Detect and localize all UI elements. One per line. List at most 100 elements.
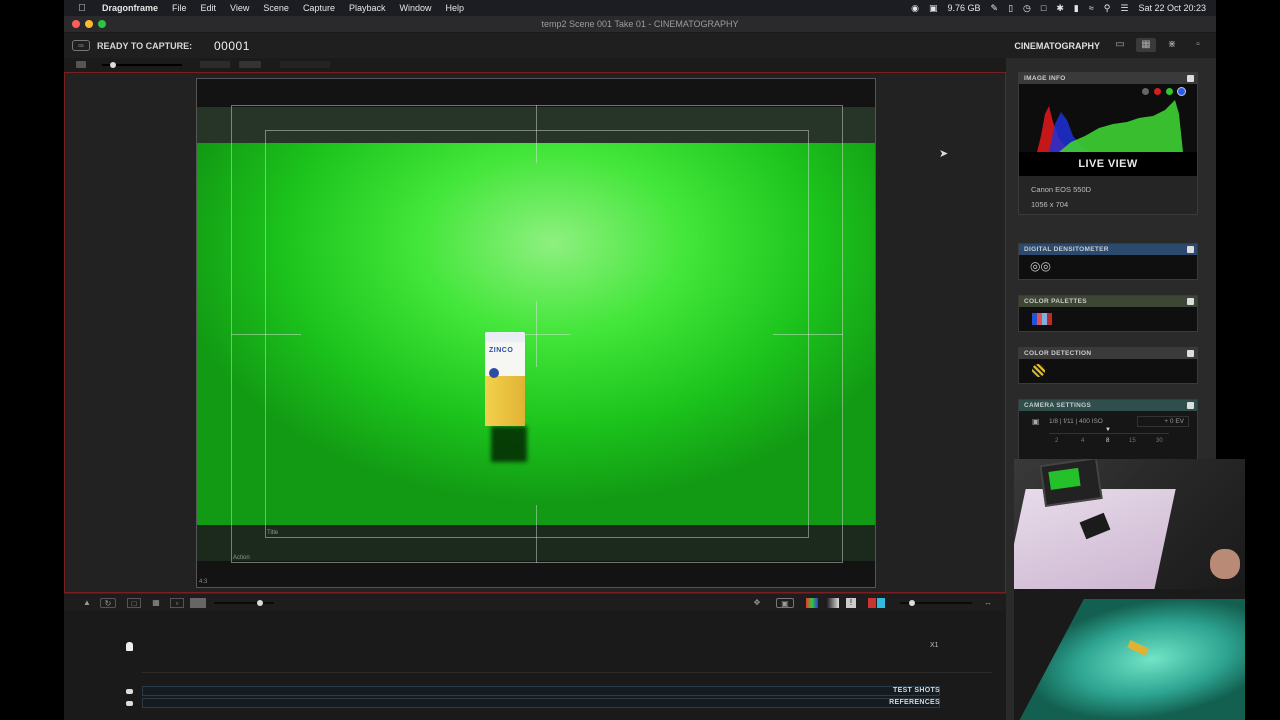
memory-status[interactable]: 9.76 GB <box>948 3 981 13</box>
channel-green-button[interactable] <box>1166 88 1173 95</box>
densitometer-header[interactable]: DIGITAL DENSITOMETER <box>1019 244 1197 255</box>
color-detection-body <box>1019 359 1197 383</box>
rgb-icon[interactable] <box>806 598 818 608</box>
track-handle-test-shots[interactable] <box>126 689 133 694</box>
apple-icon[interactable]:  <box>72 3 92 14</box>
webcam-overlay-bottom <box>1014 589 1245 720</box>
bars-icon[interactable]: ▯ <box>1008 3 1013 14</box>
menu-capture[interactable]: Capture <box>303 3 335 13</box>
track-label-test-shots: TEST SHOTS <box>893 687 940 694</box>
color-palettes-header[interactable]: COLOR PALETTES <box>1019 296 1197 307</box>
menu-edit[interactable]: Edit <box>201 3 217 13</box>
loop-icon[interactable]: ↻ <box>100 598 116 608</box>
pen-icon[interactable]: ✎ <box>991 3 999 14</box>
app-menu[interactable]: Dragonframe <box>102 3 158 13</box>
exposure-settings[interactable]: 1/8 | f/11 | 400 ISO <box>1049 418 1103 425</box>
search-icon[interactable]: ⚲ <box>1104 3 1111 14</box>
capture-toolbar: ∞ READY TO CAPTURE: 00001 CINEMATOGRAPHY… <box>64 33 1216 58</box>
image-info-title: IMAGE INFO <box>1024 75 1066 82</box>
color-palettes-toggle[interactable] <box>1187 298 1194 305</box>
playback-controls[interactable] <box>280 61 330 68</box>
clock-icon[interactable]: ◷ <box>1023 3 1031 14</box>
info-icon[interactable]: ! <box>846 598 856 608</box>
channel-luma-button[interactable] <box>1142 88 1149 95</box>
false-color-red-icon[interactable] <box>868 598 876 608</box>
timeline-panel[interactable]: X1 TEST SHOTS REFERENCES <box>64 611 1006 720</box>
ready-to-capture-label: READY TO CAPTURE: <box>97 41 193 51</box>
mouse-cursor-icon: ➤ <box>939 148 949 160</box>
screen-icon[interactable]: ▣ <box>929 3 938 14</box>
menu-scene[interactable]: Scene <box>263 3 289 13</box>
densitometer-probe-icon[interactable]: ◎◎ <box>1030 259 1051 273</box>
menu-view[interactable]: View <box>230 3 249 13</box>
move-icon[interactable]: ✥ <box>750 598 764 608</box>
scale-tick-30: 30 <box>1156 438 1163 444</box>
clock-datetime[interactable]: Sat 22 Oct 20:23 <box>1138 3 1206 13</box>
keyboard-input-icon[interactable]: □ <box>1041 3 1046 13</box>
color-detection-header[interactable]: COLOR DETECTION <box>1019 348 1197 359</box>
screen:  Dragonframe File Edit View Scene Captu… <box>0 0 1280 720</box>
step-icon[interactable] <box>239 61 261 68</box>
exposure-compensation[interactable]: + 0 EV <box>1137 416 1189 427</box>
densitometer-toggle[interactable] <box>1187 246 1194 253</box>
right-center-mark <box>773 334 843 335</box>
camera-settings-toggle[interactable] <box>1187 402 1194 409</box>
track-references[interactable] <box>142 698 940 708</box>
camera-settings-header[interactable]: CAMERA SETTINGS <box>1019 400 1197 411</box>
letterbox-icon[interactable] <box>190 598 206 608</box>
timeline-workspace-icon[interactable]: ⋇ <box>1162 38 1182 52</box>
grid-icon[interactable]: ▦ <box>148 598 164 608</box>
exposure-slider-knob[interactable] <box>909 600 915 606</box>
zoom-slider-knob[interactable] <box>257 600 263 606</box>
detection-target-icon[interactable] <box>1032 364 1045 377</box>
record-icon[interactable]: ◉ <box>911 3 919 14</box>
channel-blue-button[interactable] <box>1178 88 1185 95</box>
overlay-icon[interactable] <box>76 61 86 68</box>
live-view-viewer[interactable]: ZINCO Action Title 4:3 ➤ <box>64 72 1006 593</box>
mask-icon[interactable]: ▫ <box>170 598 184 608</box>
menu-playback[interactable]: Playback <box>349 3 386 13</box>
macos-menu-bar:  Dragonframe File Edit View Scene Captu… <box>64 0 1216 16</box>
aspect-ratio-label: 4:3 <box>199 579 208 585</box>
animation-workspace-icon[interactable]: ▭ <box>1110 38 1130 52</box>
image-info-header[interactable]: IMAGE INFO <box>1019 73 1197 84</box>
opacity-slider-knob[interactable] <box>110 62 116 68</box>
histogram <box>1019 84 1197 152</box>
onion-skin-icon[interactable]: ▲ <box>80 598 94 608</box>
audio-workspace-icon[interactable]: ▫ <box>1188 38 1208 52</box>
menu-window[interactable]: Window <box>400 3 432 13</box>
channel-red-button[interactable] <box>1154 88 1161 95</box>
menu-file[interactable]: File <box>172 3 187 13</box>
guides-icon[interactable]: □ <box>127 598 141 608</box>
menu-help[interactable]: Help <box>446 3 465 13</box>
camera-icon[interactable]: ▣ <box>1032 417 1040 426</box>
control-center-icon[interactable]: ☰ <box>1120 3 1128 14</box>
image-info-toggle[interactable] <box>1187 75 1194 82</box>
false-color-cyan-icon[interactable] <box>877 598 885 608</box>
cam-hand <box>1210 549 1240 579</box>
window-title: temp2 Scene 001 Take 01 - CINEMATOGRAPHY <box>541 19 739 29</box>
center-crosshair-h <box>502 334 570 335</box>
camera-settings-panel: CAMERA SETTINGS ▣ 1/8 | f/11 | 400 ISO +… <box>1018 399 1198 459</box>
densitometer-panel: DIGITAL DENSITOMETER ◎◎ <box>1018 243 1198 280</box>
cinematography-workspace-icon[interactable]: ▦ <box>1136 38 1156 52</box>
blend-mode-icon[interactable] <box>200 61 230 68</box>
color-detection-toggle[interactable] <box>1187 350 1194 357</box>
timeline-ruler <box>142 672 992 673</box>
camera-settings-title: CAMERA SETTINGS <box>1024 402 1092 409</box>
fit-width-icon[interactable]: ↔ <box>980 598 996 608</box>
track-test-shots[interactable] <box>142 686 940 696</box>
timeline-zoom-label[interactable]: X1 <box>930 642 939 649</box>
capture-mode-icon[interactable]: ∞ <box>72 40 90 51</box>
histogram-channel-selector <box>1142 88 1185 95</box>
zoom-slider[interactable] <box>214 602 274 604</box>
grayscale-icon[interactable] <box>827 598 839 608</box>
palette-swatch-icon[interactable] <box>1032 313 1052 325</box>
wifi-icon[interactable]: ≈ <box>1089 3 1094 13</box>
battery-icon[interactable]: ▮ <box>1074 3 1079 14</box>
camera-view-icon[interactable]: ▣ <box>776 598 794 608</box>
viewer-subbar <box>64 58 1006 72</box>
track-handle-references[interactable] <box>126 701 133 706</box>
playhead-handle[interactable] <box>126 642 133 651</box>
bluetooth-icon[interactable]: ✱ <box>1056 3 1064 14</box>
